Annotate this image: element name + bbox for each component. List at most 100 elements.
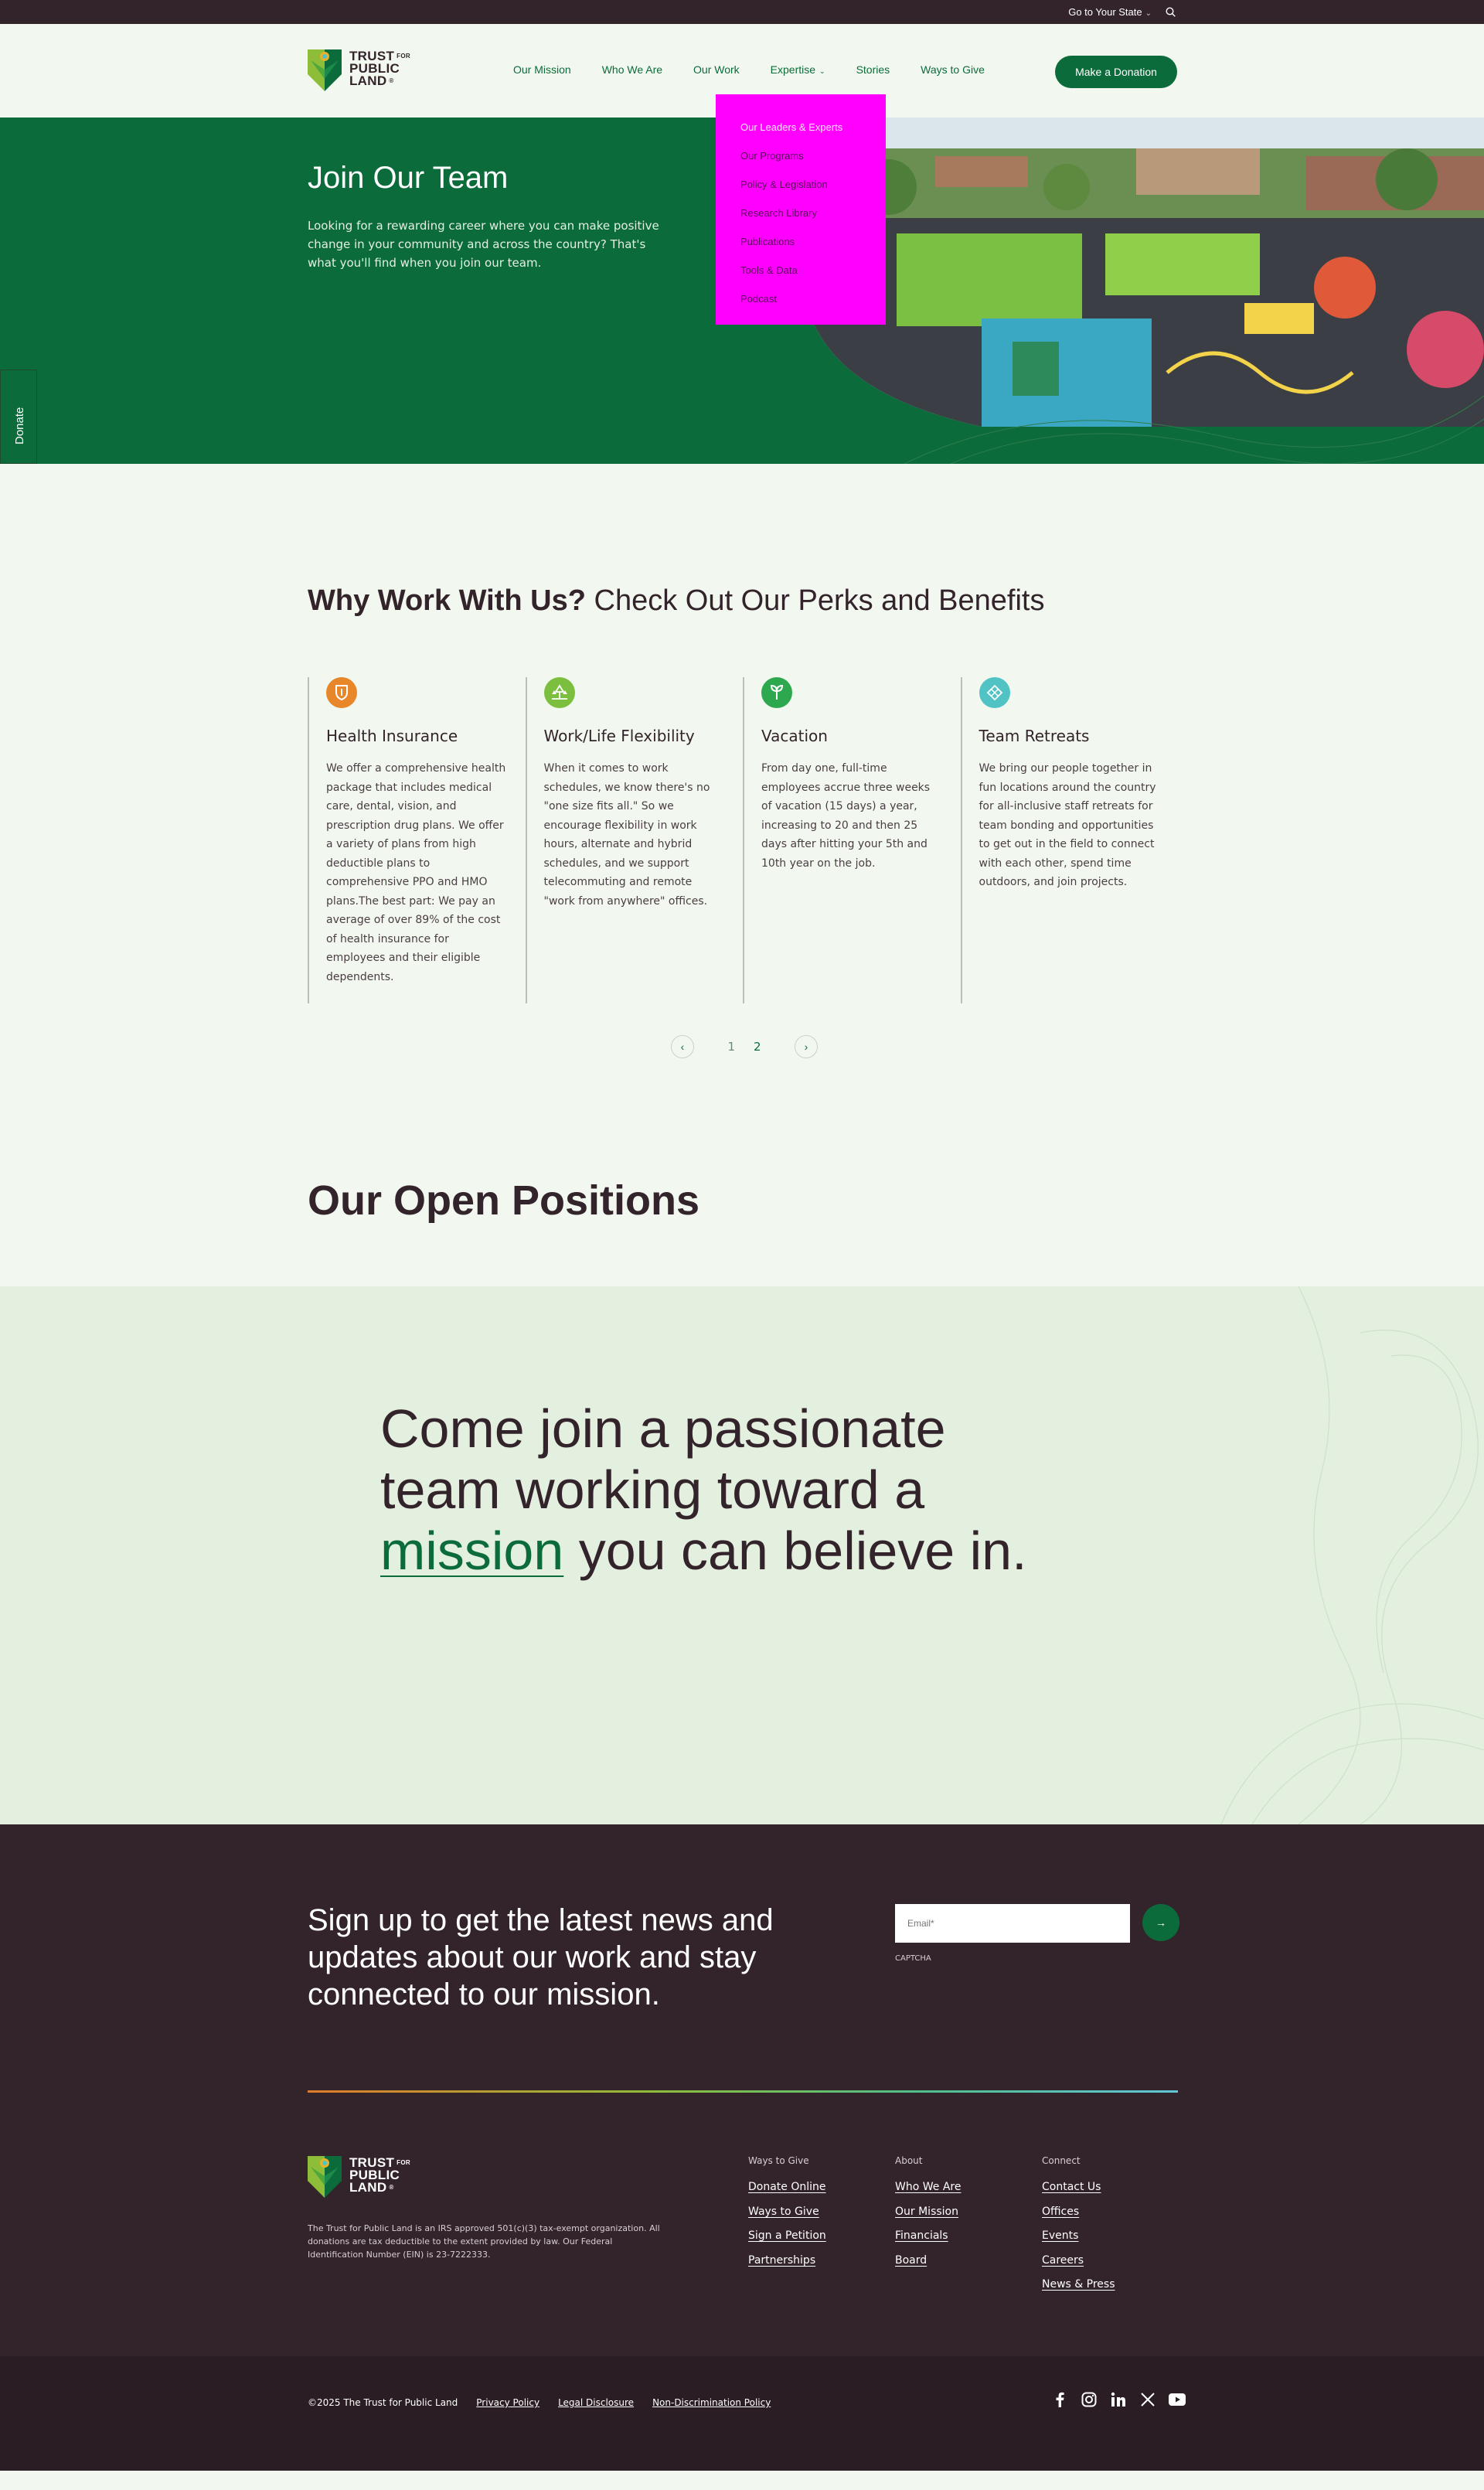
chevron-down-icon: ⌄	[819, 67, 825, 75]
state-selector-label: Go to Your State	[1068, 6, 1142, 18]
menu-item-tools[interactable]: Tools & Data	[740, 256, 861, 284]
state-selector[interactable]: Go to Your State ⌄	[1068, 0, 1152, 24]
perk-title: Work/Life Flexibility	[543, 727, 695, 745]
perk-card: Vacation From day one, full-time employe…	[743, 677, 961, 1003]
page-1-button[interactable]: 1	[727, 1040, 735, 1054]
utility-bar: Go to Your State ⌄	[0, 0, 1484, 24]
chevron-left-icon[interactable]: ‹	[671, 1035, 694, 1058]
footer-link[interactable]: Sign a Petition	[748, 2224, 887, 2249]
open-positions-heading: Our Open Positions	[308, 1177, 700, 1224]
youtube-icon[interactable]	[1169, 2391, 1186, 2408]
chevron-right-icon[interactable]: ›	[795, 1035, 818, 1058]
footer-link[interactable]: Ways to Give	[748, 2200, 887, 2225]
nav-our-mission[interactable]: Our Mission	[513, 63, 571, 76]
copyright-row: ©2025 The Trust for Public Land Privacy …	[308, 2397, 771, 2408]
footer-col-ways-to-give: Ways to Give Donate Online Ways to Give …	[748, 2155, 887, 2273]
page-title: Join Our Team	[308, 161, 509, 195]
nav-ways-to-give[interactable]: Ways to Give	[921, 63, 985, 76]
logo-wordmark: TRUST FOR PUBLIC LAND ®	[349, 2155, 410, 2195]
page-2-button[interactable]: 2	[754, 1040, 761, 1054]
pattern-icon	[979, 677, 1010, 708]
menu-item-research[interactable]: Research Library	[740, 199, 861, 227]
arrow-right-icon[interactable]: →	[1142, 1904, 1179, 1941]
footer-logo[interactable]: TRUST FOR PUBLIC LAND ®	[308, 2153, 410, 2198]
search-icon[interactable]	[1166, 7, 1176, 17]
footer-link[interactable]: Partnerships	[748, 2249, 887, 2274]
nav-who-we-are[interactable]: Who We Are	[602, 63, 662, 76]
topographic-pattern	[1220, 1286, 1484, 1824]
main-nav: Our Mission Who We Are Our Work Expertis…	[513, 63, 985, 76]
x-icon[interactable]	[1139, 2391, 1156, 2408]
footer-link[interactable]: Events	[1042, 2224, 1181, 2249]
newsletter-heading: Sign up to get the latest news and updat…	[308, 1903, 774, 2011]
footer-col-connect: Connect Contact Us Offices Events Career…	[1042, 2155, 1181, 2298]
perks-heading: Why Work With Us? Check Out Our Perks an…	[308, 584, 1045, 617]
menu-item-leaders-experts[interactable]: Our Leaders & Experts	[740, 113, 861, 141]
perk-body: We offer a comprehensive health package …	[326, 762, 506, 983]
nav-stories[interactable]: Stories	[856, 63, 890, 76]
mission-statement: Come join a passionate team working towa…	[380, 1398, 1027, 1581]
topographic-pattern	[904, 395, 1484, 464]
perk-card: Health Insurance We offer a comprehensiv…	[308, 677, 526, 1003]
leaf-logo-icon	[308, 2156, 342, 2198]
menu-item-publications[interactable]: Publications	[740, 227, 861, 256]
perks-carousel: Health Insurance We offer a comprehensiv…	[308, 677, 1178, 1003]
privacy-policy-link[interactable]: Privacy Policy	[476, 2397, 539, 2408]
mission-callout: Come join a passionate team working towa…	[0, 1286, 1484, 1824]
footer-link[interactable]: Our Mission	[895, 2200, 1034, 2225]
trees-icon	[543, 677, 575, 708]
perk-title: Health Insurance	[326, 727, 458, 745]
menu-item-programs[interactable]: Our Programs	[740, 141, 861, 170]
sprout-icon	[761, 677, 792, 708]
captcha-label: CAPTCHA	[895, 1954, 931, 1963]
site-logo[interactable]: TRUST FOR PUBLIC LAND ®	[308, 46, 410, 91]
instagram-icon[interactable]	[1081, 2391, 1098, 2408]
footer-link[interactable]: Offices	[1042, 2200, 1181, 2225]
social-links	[1051, 2391, 1186, 2408]
chevron-down-icon: ⌄	[1145, 9, 1152, 18]
shield-icon	[326, 677, 357, 708]
nav-our-work[interactable]: Our Work	[693, 63, 740, 76]
nav-expertise[interactable]: Expertise ⌄	[771, 63, 825, 76]
carousel-pagination: ‹ 1 2 ›	[671, 1035, 818, 1058]
mission-link[interactable]: mission	[380, 1521, 563, 1581]
leaf-logo-icon	[308, 49, 342, 91]
page-bottom-spacer	[0, 2471, 1484, 2490]
footer-bottom-bar: ©2025 The Trust for Public Land Privacy …	[0, 2356, 1484, 2471]
logo-wordmark: TRUST FOR PUBLIC LAND ®	[349, 49, 410, 88]
hero-description: Looking for a rewarding career where you…	[308, 219, 659, 270]
site-footer: Sign up to get the latest news and updat…	[0, 1824, 1484, 2356]
perk-body: When it comes to work schedules, we know…	[543, 762, 710, 908]
footer-link[interactable]: Contact Us	[1042, 2175, 1181, 2200]
make-donation-button[interactable]: Make a Donation	[1055, 56, 1177, 88]
footer-link[interactable]: Board	[895, 2249, 1034, 2274]
legal-disclosure-link[interactable]: Legal Disclosure	[558, 2397, 634, 2408]
perk-title: Vacation	[761, 727, 828, 745]
footer-col-heading: Ways to Give	[748, 2155, 809, 2166]
gradient-divider	[308, 2090, 1178, 2093]
footer-link[interactable]: Financials	[895, 2224, 1034, 2249]
perk-card: Work/Life Flexibility When it comes to w…	[525, 677, 744, 1003]
menu-item-podcast[interactable]: Podcast	[740, 284, 861, 313]
footer-col-heading: Connect	[1042, 2155, 1081, 2166]
menu-item-policy[interactable]: Policy & Legislation	[740, 170, 861, 199]
expertise-dropdown-menu: Our Leaders & Experts Our Programs Polic…	[716, 94, 886, 325]
linkedin-icon[interactable]	[1110, 2391, 1127, 2408]
side-donate-label: Donate	[13, 407, 26, 445]
perk-body: From day one, full-time employees accrue…	[761, 762, 931, 870]
footer-link[interactable]: News & Press	[1042, 2273, 1181, 2298]
legal-disclaimer: The Trust for Public Land is an IRS appr…	[308, 2223, 660, 2260]
facebook-icon[interactable]	[1051, 2391, 1068, 2408]
footer-link[interactable]: Donate Online	[748, 2175, 887, 2200]
email-field[interactable]	[895, 1904, 1130, 1943]
perk-body: We bring our people together in fun loca…	[979, 762, 1156, 888]
non-discrimination-link[interactable]: Non-Discrimination Policy	[652, 2397, 771, 2408]
perk-card: Team Retreats We bring our people togeth…	[960, 677, 1179, 1003]
footer-col-about: About Who We Are Our Mission Financials …	[895, 2155, 1034, 2273]
copyright-text: ©2025 The Trust for Public Land	[308, 2397, 458, 2408]
footer-col-heading: About	[895, 2155, 923, 2166]
perk-title: Team Retreats	[979, 727, 1090, 745]
side-donate-tab[interactable]: Donate	[0, 370, 37, 464]
footer-link[interactable]: Who We Are	[895, 2175, 1034, 2200]
footer-link[interactable]: Careers	[1042, 2249, 1181, 2274]
